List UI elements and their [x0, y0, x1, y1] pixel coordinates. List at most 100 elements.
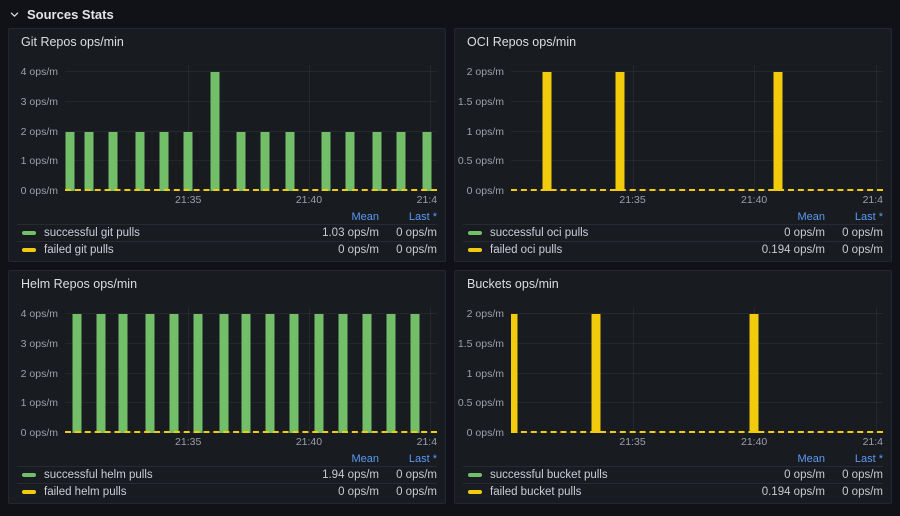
- series-color-swatch: [22, 490, 36, 494]
- plot-area[interactable]: [65, 307, 437, 433]
- bar[interactable]: [362, 314, 371, 433]
- plot-area[interactable]: [511, 307, 883, 433]
- chart-panel: Buckets ops/min 0 ops/m0.5 ops/m1 ops/m1…: [454, 270, 892, 504]
- x-tick-label: 21:40: [296, 194, 322, 206]
- bar[interactable]: [193, 314, 202, 433]
- bar[interactable]: [73, 314, 82, 433]
- x-axis: 21:3521:4021:45: [511, 433, 883, 450]
- gridline: [876, 65, 877, 191]
- x-tick-label: 21:45: [863, 436, 883, 448]
- bar[interactable]: [290, 314, 299, 433]
- bar[interactable]: [411, 314, 420, 433]
- bar[interactable]: [210, 72, 219, 191]
- series-name[interactable]: failed bucket pulls: [490, 486, 715, 498]
- bar[interactable]: [160, 132, 169, 192]
- series-name[interactable]: successful bucket pulls: [490, 469, 715, 481]
- zero-value-dashed-line: [511, 431, 883, 433]
- panel-title[interactable]: Git Repos ops/min: [17, 29, 437, 55]
- legend-header-last[interactable]: Last *: [379, 453, 437, 465]
- bar[interactable]: [145, 314, 154, 433]
- series-name[interactable]: successful helm pulls: [44, 469, 269, 481]
- legend-header-mean[interactable]: Mean: [715, 453, 825, 465]
- y-axis: 0 ops/m1 ops/m2 ops/m3 ops/m4 ops/m: [17, 307, 65, 433]
- bar[interactable]: [118, 314, 127, 433]
- bar[interactable]: [285, 132, 294, 192]
- series-mean-value: 0 ops/m: [715, 227, 825, 239]
- y-tick-label: 1.5 ops/m: [458, 337, 504, 351]
- series-name[interactable]: successful oci pulls: [490, 227, 715, 239]
- legend-rows: successful oci pulls0 ops/m0 ops/mfailed…: [463, 224, 883, 258]
- bar[interactable]: [242, 314, 251, 433]
- x-tick-label: 21:35: [175, 436, 201, 448]
- gridline: [754, 65, 755, 191]
- bar[interactable]: [314, 314, 323, 433]
- chart-panel: Git Repos ops/min 0 ops/m1 ops/m2 ops/m3…: [8, 28, 446, 262]
- gridline: [876, 307, 877, 433]
- series-mean-value: 0 ops/m: [715, 469, 825, 481]
- bar[interactable]: [396, 132, 405, 192]
- bar[interactable]: [97, 314, 106, 433]
- bar[interactable]: [85, 132, 94, 192]
- x-tick-label: 21:40: [741, 436, 767, 448]
- gridline: [511, 313, 883, 314]
- series-color-swatch: [468, 231, 482, 235]
- y-tick-label: 0 ops/m: [467, 184, 504, 198]
- y-tick-label: 0.5 ops/m: [458, 154, 504, 168]
- legend: Mean Last * successful git pulls1.03 ops…: [17, 209, 437, 258]
- y-tick-label: 3 ops/m: [21, 337, 58, 351]
- series-last-value: 0 ops/m: [379, 486, 437, 498]
- panel-title[interactable]: OCI Repos ops/min: [463, 29, 883, 55]
- row-header-sources-stats[interactable]: Sources Stats: [0, 0, 900, 26]
- bar[interactable]: [774, 72, 783, 191]
- legend-header-mean[interactable]: Mean: [269, 211, 379, 223]
- legend-header-mean[interactable]: Mean: [715, 211, 825, 223]
- y-tick-label: 2 ops/m: [467, 307, 504, 321]
- x-axis: 21:3521:4021:45: [65, 433, 437, 450]
- dashboard: Sources Stats Git Repos ops/min 0 ops/m1…: [0, 0, 900, 504]
- series-last-value: 0 ops/m: [379, 469, 437, 481]
- y-tick-label: 4 ops/m: [21, 307, 58, 321]
- bar[interactable]: [135, 132, 144, 192]
- series-name[interactable]: failed helm pulls: [44, 486, 269, 498]
- x-axis: 21:3521:4021:45: [65, 191, 437, 208]
- plot-area[interactable]: [65, 65, 437, 191]
- bar[interactable]: [750, 314, 759, 433]
- bar[interactable]: [237, 132, 246, 192]
- bar[interactable]: [184, 132, 193, 192]
- series-name[interactable]: failed oci pulls: [490, 244, 715, 256]
- plot-area[interactable]: [511, 65, 883, 191]
- legend-header-last[interactable]: Last *: [379, 211, 437, 223]
- panel-title[interactable]: Helm Repos ops/min: [17, 271, 437, 297]
- bar[interactable]: [387, 314, 396, 433]
- y-tick-label: 1 ops/m: [21, 396, 58, 410]
- bar[interactable]: [423, 132, 432, 192]
- bar[interactable]: [321, 132, 330, 192]
- bar[interactable]: [338, 314, 347, 433]
- legend-header-last[interactable]: Last *: [825, 453, 883, 465]
- gridline: [309, 65, 310, 191]
- series-mean-value: 0.194 ops/m: [715, 486, 825, 498]
- legend-rows: successful git pulls1.03 ops/m0 ops/mfai…: [17, 224, 437, 258]
- chart-region: 0 ops/m1 ops/m2 ops/m3 ops/m4 ops/m: [17, 307, 437, 433]
- legend-header: Mean Last *: [17, 209, 437, 224]
- panel-title[interactable]: Buckets ops/min: [463, 271, 883, 297]
- bar[interactable]: [616, 72, 625, 191]
- gridline: [430, 307, 431, 433]
- bar[interactable]: [346, 132, 355, 192]
- legend-header-last[interactable]: Last *: [825, 211, 883, 223]
- bar[interactable]: [511, 314, 518, 433]
- bar[interactable]: [109, 132, 118, 192]
- bar[interactable]: [220, 314, 229, 433]
- legend-header-mean[interactable]: Mean: [269, 453, 379, 465]
- chart-panel: Helm Repos ops/min 0 ops/m1 ops/m2 ops/m…: [8, 270, 446, 504]
- bar[interactable]: [543, 72, 552, 191]
- bar[interactable]: [592, 314, 601, 433]
- bar[interactable]: [65, 132, 74, 192]
- bar[interactable]: [372, 132, 381, 192]
- series-name[interactable]: failed git pulls: [44, 244, 269, 256]
- series-name[interactable]: successful git pulls: [44, 227, 269, 239]
- series-color-swatch: [22, 248, 36, 252]
- bar[interactable]: [261, 132, 270, 192]
- bar[interactable]: [266, 314, 275, 433]
- bar[interactable]: [169, 314, 178, 433]
